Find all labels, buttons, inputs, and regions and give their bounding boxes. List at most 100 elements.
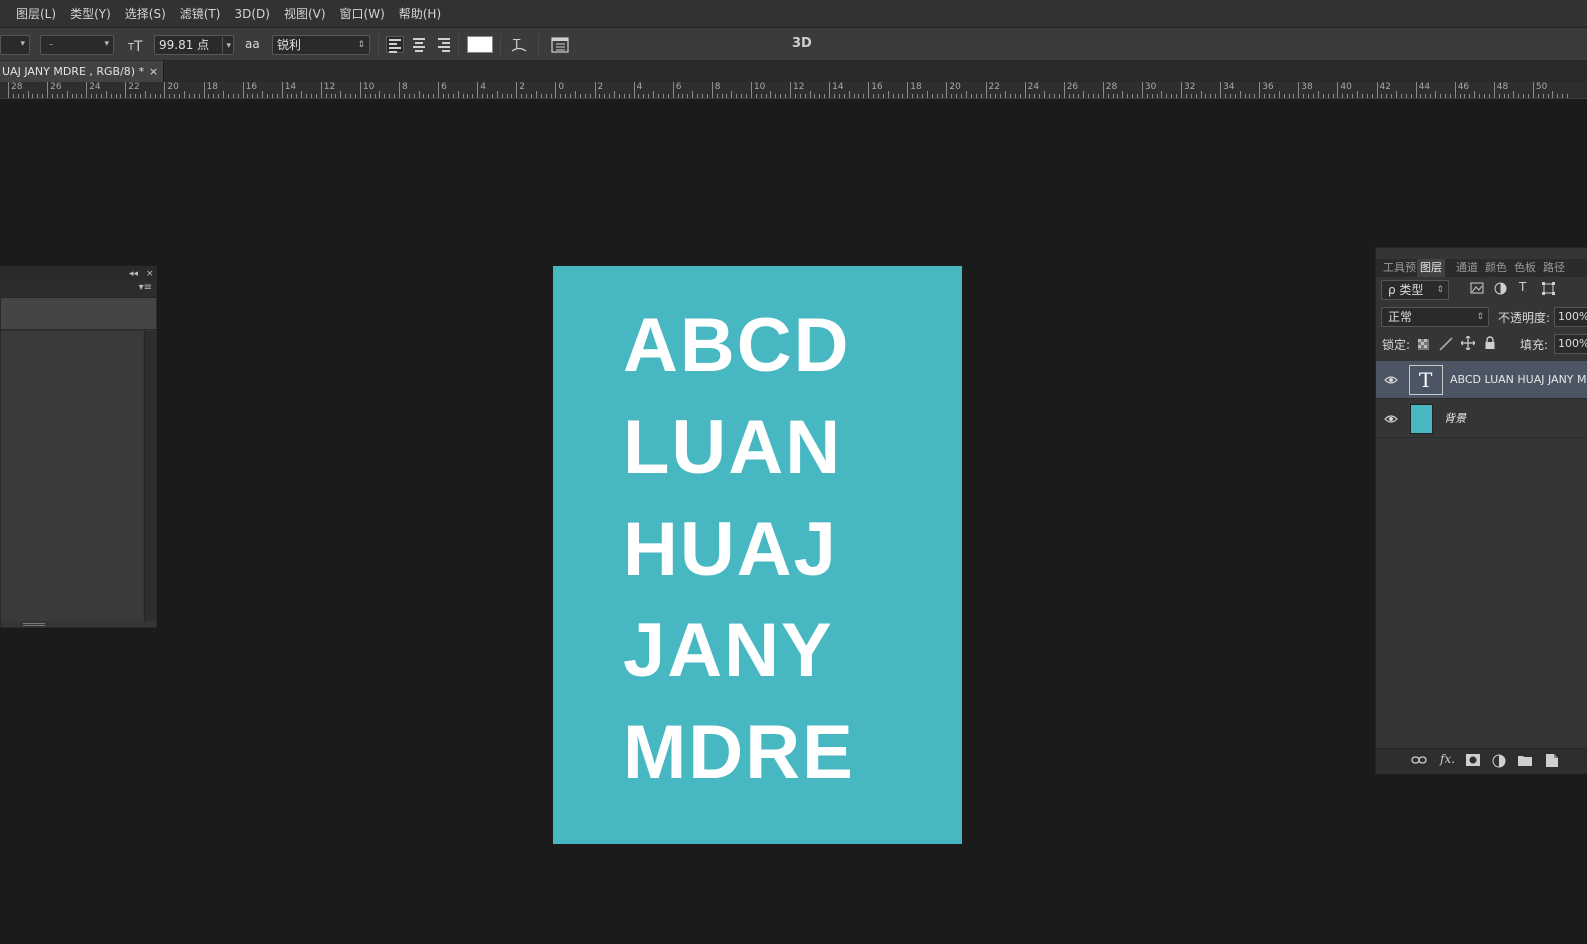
panel-header[interactable]: ◂◂ ×	[1, 267, 156, 281]
tab-tool-presets[interactable]: 工具预	[1383, 259, 1416, 277]
tab-paths[interactable]: 路径	[1543, 259, 1565, 277]
panel-menu-icon[interactable]: ▾≡	[139, 282, 152, 293]
collapse-icon[interactable]: ◂◂	[129, 267, 138, 281]
ruler-major-tick	[1454, 82, 1456, 98]
font-size-field[interactable]: 99.81 点 ▾	[154, 35, 234, 55]
menu-filter[interactable]: 滤镜(T)	[180, 5, 221, 22]
ruler-minor-tick	[980, 94, 982, 98]
align-right-button[interactable]	[434, 36, 452, 53]
ruler-minor-tick	[990, 94, 992, 98]
ruler-minor-tick	[936, 94, 938, 98]
ruler-minor-tick	[560, 94, 562, 98]
ruler-minor-tick	[726, 94, 728, 98]
eye-icon[interactable]	[1384, 373, 1398, 387]
text-color-swatch[interactable]	[467, 36, 493, 53]
layer-row[interactable]: 背景	[1376, 400, 1587, 438]
menu-type[interactable]: 类型(Y)	[70, 5, 111, 22]
tab-color[interactable]: 颜色	[1485, 259, 1507, 277]
font-family-dropdown[interactable]: ▾	[0, 35, 30, 55]
close-icon[interactable]: ×	[146, 267, 154, 281]
font-style-dropdown[interactable]: - ▾	[40, 35, 114, 55]
menu-select[interactable]: 选择(S)	[125, 5, 166, 22]
character-panel-icon[interactable]	[551, 37, 569, 56]
canvas-document[interactable]: ABCD LUAN HUAJ JANY MDRE	[553, 266, 962, 844]
ruler-label: 36	[1262, 82, 1274, 92]
ruler-label: 8	[714, 82, 721, 92]
resize-grip-icon[interactable]	[23, 623, 45, 626]
align-left-button[interactable]	[386, 36, 404, 53]
layer-filter-dropdown[interactable]: ρ 类型 ⇕	[1381, 280, 1449, 300]
ruler-minor-tick	[1528, 94, 1529, 98]
document-tab[interactable]: UAJ JANY MDRE , RGB/8) *	[0, 61, 164, 82]
ruler-minor-tick	[545, 94, 547, 98]
image-filter-icon[interactable]	[1470, 282, 1484, 297]
ruler-minor-tick	[819, 94, 821, 98]
ruler-minor-tick	[17, 94, 19, 98]
shape-filter-icon[interactable]	[1542, 282, 1555, 298]
ruler-minor-tick	[1176, 94, 1178, 98]
ruler-minor-tick	[897, 94, 899, 98]
eye-icon[interactable]	[1384, 412, 1398, 426]
antialias-dropdown[interactable]: 锐利 ⇕	[272, 35, 370, 55]
ruler-minor-tick	[589, 94, 591, 98]
ruler-minor-tick	[179, 94, 181, 98]
ruler-major-tick	[829, 82, 831, 98]
horizontal-ruler[interactable]: 28 26 24 22 20 18 16 14 12 10 8 6 4 2 0 2 4 6 8 10 12 14 16 18 2…	[0, 82, 1587, 99]
opacity-field[interactable]: 100%	[1554, 307, 1587, 327]
lock-transparent-icon[interactable]	[1418, 339, 1429, 353]
type-filter-icon[interactable]: T	[1519, 280, 1526, 294]
ruler-major-tick	[946, 82, 948, 98]
fill-field[interactable]: 100%	[1554, 334, 1587, 354]
layer-filter-value: ρ 类型	[1388, 283, 1424, 297]
chevron-down-icon[interactable]: ▾	[222, 37, 231, 55]
adjustment-filter-icon[interactable]	[1494, 282, 1507, 298]
panel-scrollbar[interactable]	[144, 331, 156, 621]
ruler-minor-tick	[1088, 94, 1090, 98]
panel-tab-strip: ▾≡	[1, 281, 156, 298]
align-center-button[interactable]	[410, 36, 428, 53]
menu-window[interactable]: 窗口(W)	[340, 5, 385, 22]
ruler-minor-tick	[1264, 94, 1266, 98]
ruler-label: 6	[441, 82, 447, 92]
ruler-minor-tick	[1029, 94, 1031, 98]
lock-position-icon[interactable]	[1460, 335, 1476, 353]
mask-icon[interactable]	[1466, 754, 1480, 769]
ruler-minor-tick	[1049, 94, 1051, 98]
new-layer-icon[interactable]	[1546, 754, 1558, 770]
menu-3d[interactable]: 3D(D)	[234, 7, 269, 21]
link-icon[interactable]	[1411, 754, 1427, 769]
ruler-minor-tick	[1083, 91, 1085, 98]
ruler-minor-tick	[1278, 91, 1280, 98]
warp-text-icon[interactable]: T	[510, 36, 528, 57]
tab-channels[interactable]: 通道	[1456, 259, 1478, 277]
layer-row[interactable]: T ABCD LUAN HUAJ JANY MDRE	[1376, 361, 1587, 399]
ruler-minor-tick	[291, 94, 293, 98]
lock-label: 锁定:	[1382, 338, 1411, 352]
fill-label: 填充:	[1520, 338, 1549, 352]
menu-layer[interactable]: 图层(L)	[16, 5, 56, 22]
ruler-minor-tick	[501, 94, 503, 98]
blend-mode-dropdown[interactable]: 正常 ⇕	[1381, 307, 1489, 327]
ruler-major-tick	[594, 82, 596, 98]
ruler-major-tick	[516, 82, 518, 98]
ruler-minor-tick	[355, 94, 356, 98]
folder-icon[interactable]	[1518, 754, 1532, 769]
menu-help[interactable]: 帮助(H)	[399, 5, 441, 22]
adjustment-icon[interactable]	[1492, 754, 1506, 771]
close-icon[interactable]: ×	[149, 61, 158, 82]
lock-pixels-icon[interactable]	[1439, 337, 1454, 354]
ruler-minor-tick	[1058, 94, 1060, 98]
ruler-minor-tick	[408, 94, 410, 98]
tab-layers[interactable]: 图层	[1417, 259, 1445, 277]
ruler-minor-tick	[760, 94, 762, 98]
ruler-minor-tick	[1503, 94, 1505, 98]
panel-toolbar	[1, 298, 156, 330]
menu-view[interactable]: 视图(V)	[284, 5, 326, 22]
ruler-minor-tick	[1396, 91, 1398, 98]
ruler-minor-tick	[330, 94, 332, 98]
lock-all-icon[interactable]	[1484, 336, 1496, 353]
mode-3d-button[interactable]: 3D	[792, 36, 812, 51]
ruler-major-tick	[438, 82, 440, 98]
fx-icon[interactable]: fx.	[1440, 752, 1455, 766]
tab-swatches[interactable]: 色板	[1514, 259, 1536, 277]
